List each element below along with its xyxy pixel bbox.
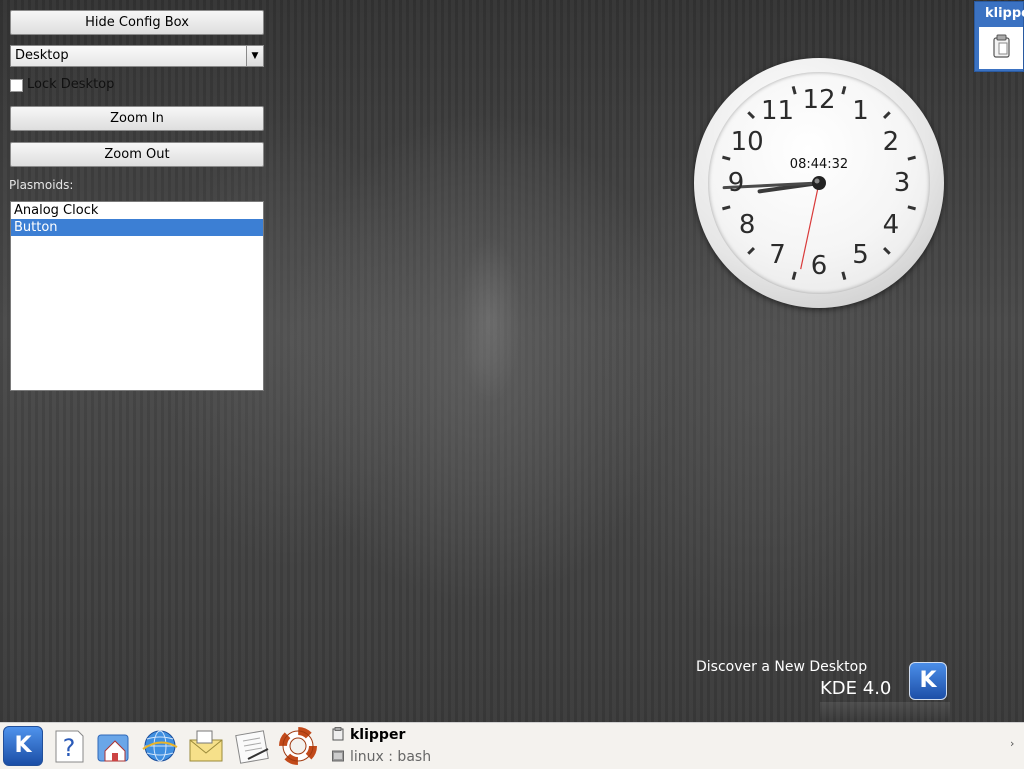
containment-select-value: Desktop xyxy=(15,48,69,63)
plasmoid-list[interactable]: Analog Clock Button xyxy=(10,201,264,391)
clock-face: 12 1 2 3 4 5 6 7 8 9 10 11 08:44:32 xyxy=(708,72,930,294)
text-editor-icon[interactable] xyxy=(234,727,272,765)
web-browser-icon[interactable] xyxy=(141,727,179,765)
clock-digital-time: 08:44:32 xyxy=(789,157,849,172)
clock-tick xyxy=(791,86,797,95)
clock-numeral: 4 xyxy=(882,209,900,240)
task-klipper-label: klipper xyxy=(350,727,406,743)
task-bash-label: linux : bash xyxy=(350,749,432,765)
clock-numeral: 10 xyxy=(730,126,764,157)
clock-numeral: 12 xyxy=(802,85,836,115)
clock-tick xyxy=(841,271,847,280)
branding-reflection xyxy=(820,702,950,720)
clipboard-icon xyxy=(993,34,1010,58)
hide-config-box-button[interactable]: Hide Config Box xyxy=(10,10,264,35)
zoom-out-button[interactable]: Zoom Out xyxy=(10,142,264,167)
branding-version: KDE 4.0 xyxy=(820,678,892,699)
clock-tick xyxy=(747,246,756,255)
clock-numeral: 1 xyxy=(852,96,869,127)
branding-tagline: Discover a New Desktop xyxy=(696,659,868,675)
clock-numeral: 9 xyxy=(727,168,745,198)
taskbar-panel: K ? klipper linux: bash › xyxy=(0,722,1024,769)
kde-menu-button[interactable]: K xyxy=(3,726,43,766)
plasmoid-item-analog-clock[interactable]: Analog Clock xyxy=(11,202,263,219)
clock-numeral: 8 xyxy=(738,209,756,240)
plasmoid-item-button[interactable]: Button xyxy=(11,219,263,236)
help-icon[interactable]: ? xyxy=(50,727,88,765)
svg-text:?: ? xyxy=(63,734,76,762)
lock-desktop-checkbox[interactable] xyxy=(10,79,23,92)
clock-numeral: 2 xyxy=(882,126,900,157)
clock-numeral: 7 xyxy=(769,239,786,270)
clock-numeral: 5 xyxy=(852,239,869,270)
task-list: klipper linux : bash xyxy=(322,723,1002,769)
clock-tick xyxy=(791,271,797,280)
lifebuoy-icon[interactable] xyxy=(279,727,317,765)
chevron-right-icon[interactable]: › xyxy=(1010,737,1022,755)
clock-tick xyxy=(722,205,731,211)
home-folder-icon[interactable] xyxy=(95,727,133,765)
clock-tick xyxy=(882,111,891,120)
terminal-icon xyxy=(332,750,344,762)
plasmoids-label: Plasmoids: xyxy=(9,178,74,192)
lock-desktop-label[interactable]: Lock Desktop xyxy=(27,77,114,92)
containment-select[interactable]: Desktop ▼ xyxy=(10,45,264,67)
klipper-applet-title: klipper xyxy=(985,6,1024,21)
clock-tick xyxy=(747,111,756,120)
chevron-down-icon[interactable]: ▼ xyxy=(246,46,263,66)
clock-center-pin xyxy=(812,176,826,190)
clock-tick xyxy=(882,246,891,255)
clock-numeral: 11 xyxy=(760,96,795,127)
mail-icon[interactable] xyxy=(187,727,225,765)
clipboard-icon xyxy=(332,727,344,741)
clock-tick xyxy=(907,205,916,211)
clock-tick xyxy=(841,86,847,95)
kde-logo-icon: K xyxy=(909,662,947,700)
analog-clock-widget[interactable]: 12 1 2 3 4 5 6 7 8 9 10 11 08:44:32 xyxy=(694,58,944,308)
clock-numeral: 6 xyxy=(810,251,828,281)
clock-numeral: 3 xyxy=(893,168,911,198)
klipper-applet[interactable]: klipper xyxy=(974,1,1024,72)
zoom-in-button[interactable]: Zoom In xyxy=(10,106,264,131)
task-bash[interactable]: linux : bash xyxy=(332,747,431,767)
task-klipper[interactable]: klipper xyxy=(332,725,405,745)
